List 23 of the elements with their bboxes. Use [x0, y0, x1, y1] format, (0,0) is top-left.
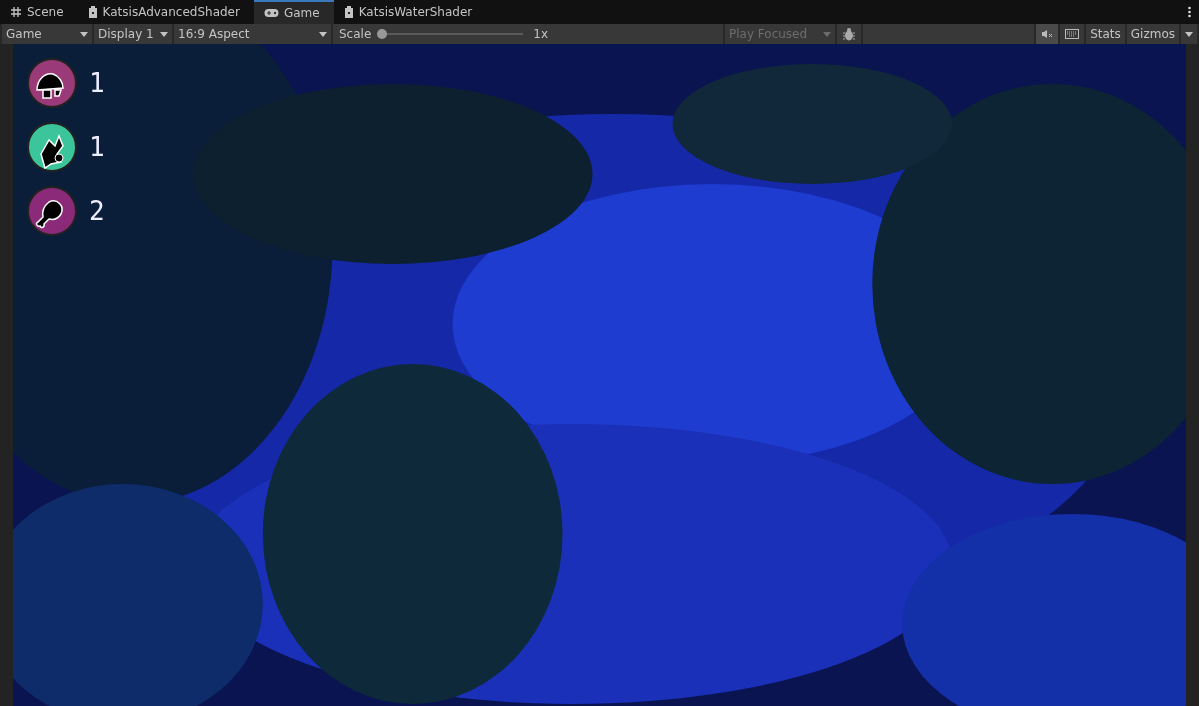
mute-icon[interactable]: [1036, 24, 1059, 44]
scale-value: 1x: [533, 26, 549, 43]
keyboard-icon[interactable]: [1060, 24, 1085, 44]
scale-label: Scale: [339, 26, 372, 43]
item-count: 1: [89, 70, 105, 96]
aspect-dropdown[interactable]: 16:9 Aspect: [174, 24, 331, 44]
document-icon: [343, 5, 354, 19]
tab[interactable]: KatsisWaterShader: [333, 0, 487, 24]
item-count: 2: [89, 198, 105, 224]
document-icon: [87, 5, 98, 19]
dropdown-caret[interactable]: [1181, 24, 1197, 44]
gamepad-icon: [263, 8, 279, 18]
tab[interactable]: Scene: [0, 0, 78, 24]
item-count: 1: [89, 134, 105, 160]
stats-button[interactable]: Stats: [1086, 24, 1125, 44]
display-dropdown[interactable]: Display 1: [94, 24, 172, 44]
bug-icon[interactable]: [837, 24, 861, 44]
gizmos-button[interactable]: Gizmos: [1126, 24, 1179, 44]
grid-icon: [10, 6, 22, 18]
tab[interactable]: KatsisAdvancedShader: [77, 0, 254, 24]
tab[interactable]: Game: [253, 0, 334, 24]
view-dropdown[interactable]: Game: [2, 24, 92, 44]
slider-thumb[interactable]: [377, 29, 388, 39]
